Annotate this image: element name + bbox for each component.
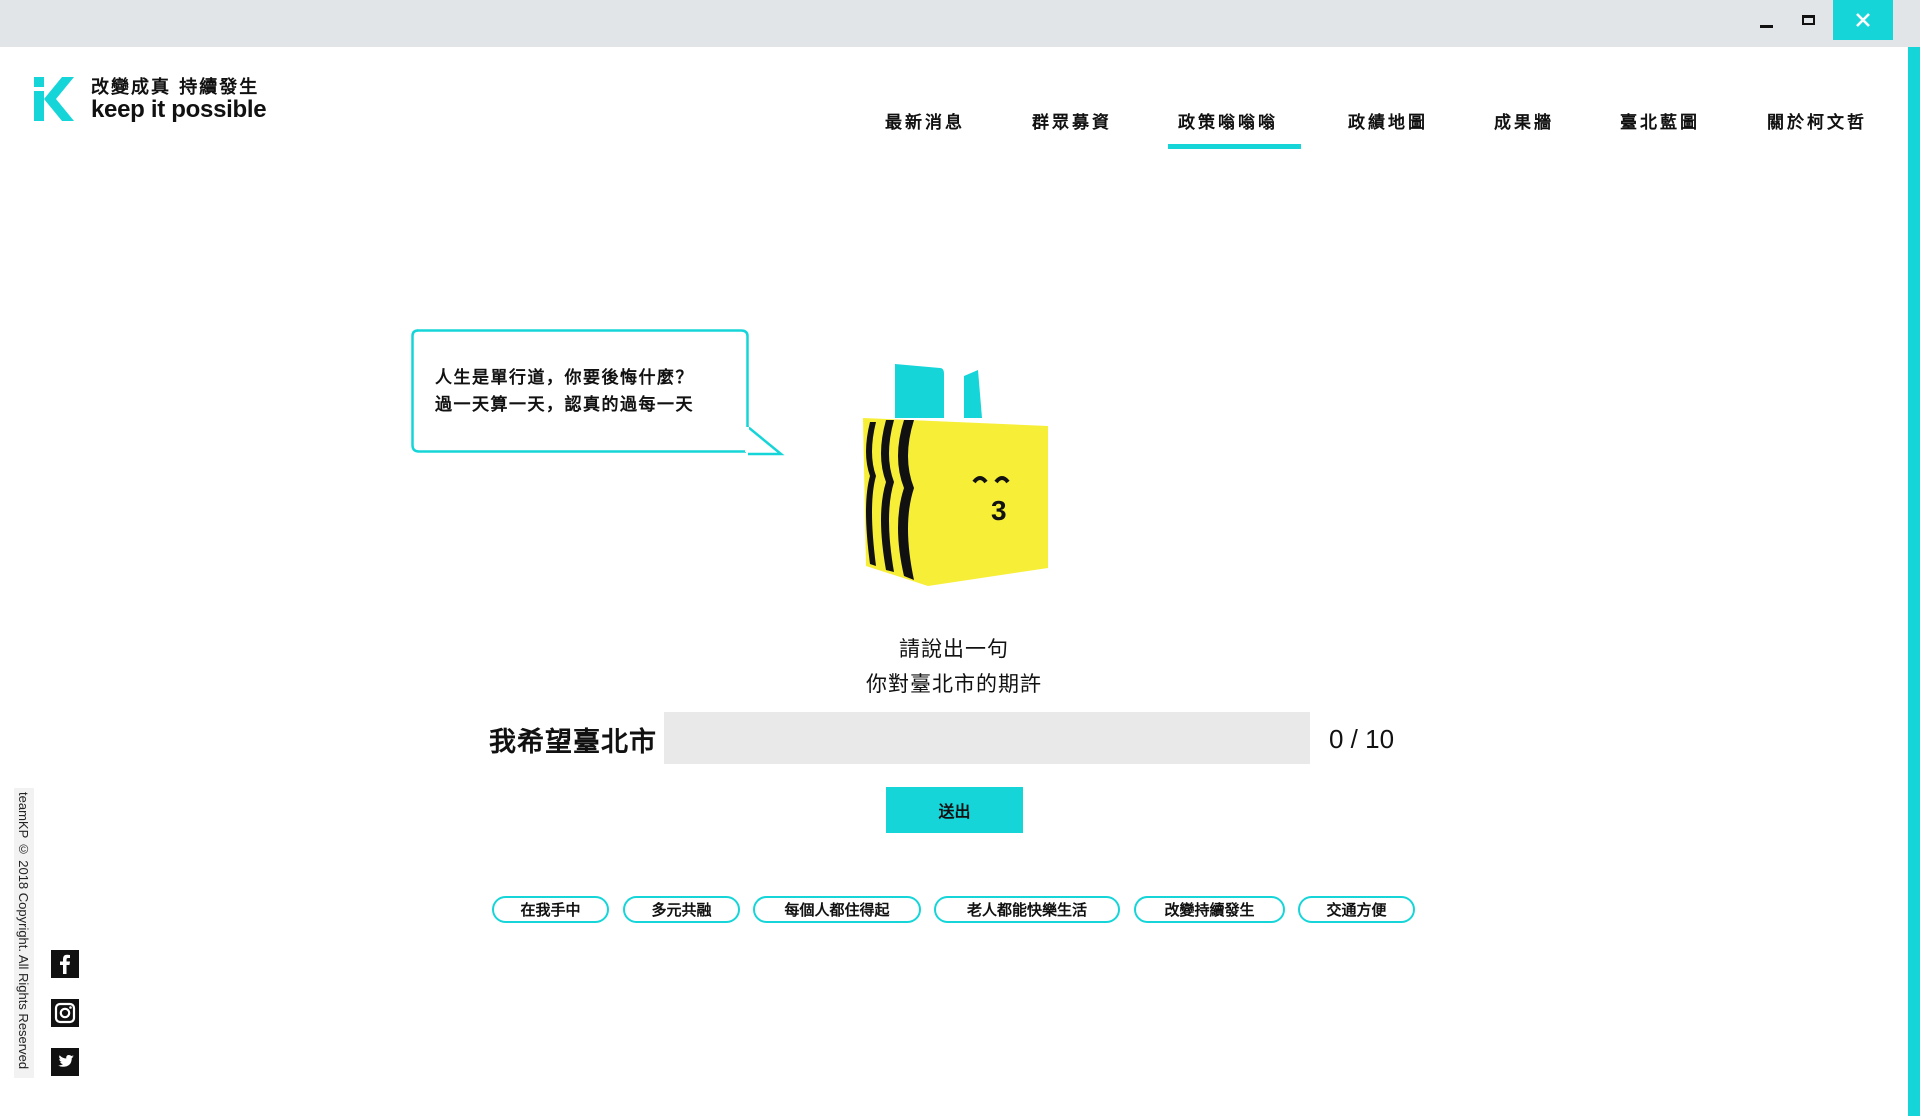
tag-button[interactable]: 每個人都住得起 (753, 896, 921, 923)
tag-button[interactable]: 改變持續發生 (1134, 896, 1285, 923)
nav-item-policy[interactable]: 政策嗡嗡嗡 (1178, 108, 1278, 133)
bubble-quote: 人生是單行道，你要後悔什麼？ 過一天算一天，認真的過每一天 (435, 365, 694, 419)
close-button[interactable] (1833, 0, 1893, 40)
nav-item-crowdfunding[interactable]: 群眾募資 (1032, 108, 1112, 133)
nav-active-indicator (1168, 144, 1301, 149)
tag-button[interactable]: 老人都能快樂生活 (934, 896, 1120, 923)
close-icon (1856, 13, 1870, 27)
tag-button[interactable]: 多元共融 (623, 896, 740, 923)
copyright-text: teamKP © 2018 Copyright. All Rights Rese… (16, 792, 31, 1070)
wish-input[interactable] (664, 712, 1310, 764)
bee-mascot-icon: 3 (863, 364, 1048, 586)
character-counter: 0 / 10 (1329, 724, 1395, 754)
bubble-line-1: 人生是單行道，你要後悔什麼？ (435, 368, 694, 388)
nav-item-news[interactable]: 最新消息 (885, 108, 965, 133)
maximize-icon (1801, 15, 1815, 25)
tag-button[interactable]: 交通方便 (1298, 896, 1415, 923)
nav-item-result-wall[interactable]: 成果牆 (1494, 108, 1554, 133)
speech-bubble-tail (745, 427, 785, 456)
tag-button[interactable]: 在我手中 (492, 896, 609, 923)
nav-item-achievement-map[interactable]: 政績地圖 (1348, 108, 1428, 133)
bubble-line-2: 過一天算一天，認真的過每一天 (435, 395, 694, 415)
prompt-line-2: 你對臺北市的期許 (866, 672, 1042, 696)
submit-button[interactable]: 送出 (886, 787, 1023, 833)
instagram-icon (54, 1002, 76, 1024)
twitter-link[interactable] (51, 1048, 79, 1076)
maximize-button[interactable] (1782, 0, 1834, 40)
minimize-icon (1759, 24, 1773, 28)
copyright-strip: teamKP © 2018 Copyright. All Rights Rese… (14, 788, 34, 1078)
wish-label: 我希望臺北市 (489, 727, 657, 758)
facebook-icon (60, 954, 70, 974)
instagram-link[interactable] (51, 999, 79, 1027)
facebook-link[interactable] (51, 950, 79, 978)
scroll-accent-bar (1908, 47, 1920, 1116)
twitter-icon (58, 1055, 74, 1067)
mascot-mouth: 3 (991, 495, 1007, 526)
main-nav: 最新消息 群眾募資 政策嗡嗡嗡 政績地圖 成果牆 臺北藍圖 關於柯文哲 (0, 108, 1908, 150)
nav-item-about[interactable]: 關於柯文哲 (1767, 108, 1867, 133)
prompt-line-1: 請說出一句 (899, 637, 1009, 661)
nav-item-blueprint[interactable]: 臺北藍圖 (1620, 108, 1700, 133)
window-titlebar (0, 0, 1920, 47)
